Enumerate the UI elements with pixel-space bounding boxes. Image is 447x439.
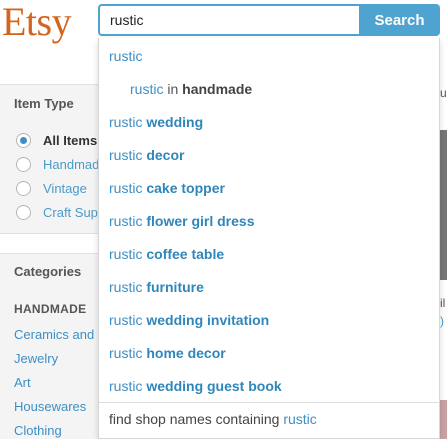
shop-search-query: rustic (283, 411, 317, 427)
suggestion-completion: wedding (146, 114, 204, 130)
item-type-handmade[interactable]: Handmad (16, 157, 99, 172)
suggestion-item[interactable]: rustic home decor (109, 345, 226, 361)
radio-icon (16, 205, 31, 220)
item-type-all-items[interactable]: All Items (16, 133, 97, 148)
suggestion-scope: in handmade (167, 81, 252, 97)
page-edge-text: ) (440, 314, 444, 328)
suggestion-item[interactable]: rustic wedding (109, 114, 203, 130)
suggestion-in-word: in (167, 81, 179, 97)
page-edge-text: u (440, 86, 447, 100)
page-edge-text: il (440, 296, 446, 310)
suggestion-query: rustic (109, 147, 143, 163)
item-type-panel: Item Type All Items Handmad Vintage Craf… (0, 84, 110, 234)
suggestion-query: rustic (109, 246, 143, 262)
suggestion-query: rustic (109, 279, 143, 295)
radio-selected-icon (16, 133, 31, 148)
search-button[interactable]: Search (359, 4, 440, 36)
suggestion-item[interactable]: rustic decor (109, 147, 184, 163)
suggestion-item[interactable]: rustic flower girl dress (109, 213, 255, 229)
product-image-edge (440, 130, 447, 280)
item-type-title: Item Type (14, 96, 74, 111)
item-type-vintage[interactable]: Vintage (16, 181, 87, 196)
suggestion-completion: wedding guest book (146, 378, 282, 394)
category-link[interactable]: Housewares (14, 399, 86, 414)
suggestion-completion: furniture (146, 279, 204, 295)
suggestion-query: rustic (130, 81, 164, 97)
category-link[interactable]: Art (14, 375, 31, 390)
etsy-logo[interactable]: Etsy (2, 0, 72, 45)
product-image-edge (440, 400, 447, 439)
category-section-header: HANDMADE (14, 302, 87, 316)
shop-search-prefix: find shop names containing (109, 411, 280, 427)
suggestion-item[interactable]: rustic wedding invitation (109, 312, 269, 328)
categories-title: Categories (14, 264, 82, 279)
suggestion-item[interactable]: rustic coffee table (109, 246, 224, 262)
suggestion-query: rustic (109, 114, 143, 130)
item-type-label: Handmad (43, 157, 100, 172)
search-suggestions-dropdown: rustic rustic in handmade rustic wedding… (98, 38, 440, 439)
suggestion-query: rustic (109, 213, 143, 229)
suggestion-item[interactable]: rustic (109, 48, 142, 64)
suggestion-completion: decor (146, 147, 185, 163)
suggestion-item[interactable]: rustic cake topper (109, 180, 225, 196)
category-link[interactable]: Clothing (14, 423, 62, 438)
suggestion-item[interactable]: rustic wedding guest book (109, 378, 282, 394)
find-shop-names-item[interactable]: find shop names containing rustic (109, 411, 317, 427)
suggestion-scope-name: handmade (182, 81, 253, 97)
suggestion-item[interactable]: rustic furniture (109, 279, 204, 295)
suggestion-item-scoped[interactable]: rustic in handmade (130, 81, 252, 97)
suggestion-completion: wedding invitation (146, 312, 270, 328)
suggestion-completion: home decor (146, 345, 226, 361)
suggestion-completion: flower girl dress (146, 213, 255, 229)
search-input[interactable] (98, 4, 359, 36)
suggestion-completion: cake topper (146, 180, 225, 196)
item-type-craft-supplies[interactable]: Craft Sup (16, 205, 98, 220)
suggestion-query: rustic (109, 378, 143, 394)
item-type-label: Craft Sup (43, 205, 98, 220)
radio-icon (16, 181, 31, 196)
category-link[interactable]: Ceramics and (14, 327, 94, 342)
categories-panel: Categories HANDMADE Ceramics and Jewelry… (0, 253, 110, 439)
item-type-label: All Items (43, 133, 98, 148)
item-type-label: Vintage (43, 181, 87, 196)
radio-icon (16, 157, 31, 172)
suggestion-completion: coffee table (146, 246, 225, 262)
dropdown-divider (99, 402, 439, 403)
category-link[interactable]: Jewelry (14, 351, 58, 366)
suggestion-query: rustic (109, 345, 143, 361)
suggestion-query: rustic (109, 180, 143, 196)
suggestion-query: rustic (109, 48, 143, 64)
suggestion-query: rustic (109, 312, 143, 328)
